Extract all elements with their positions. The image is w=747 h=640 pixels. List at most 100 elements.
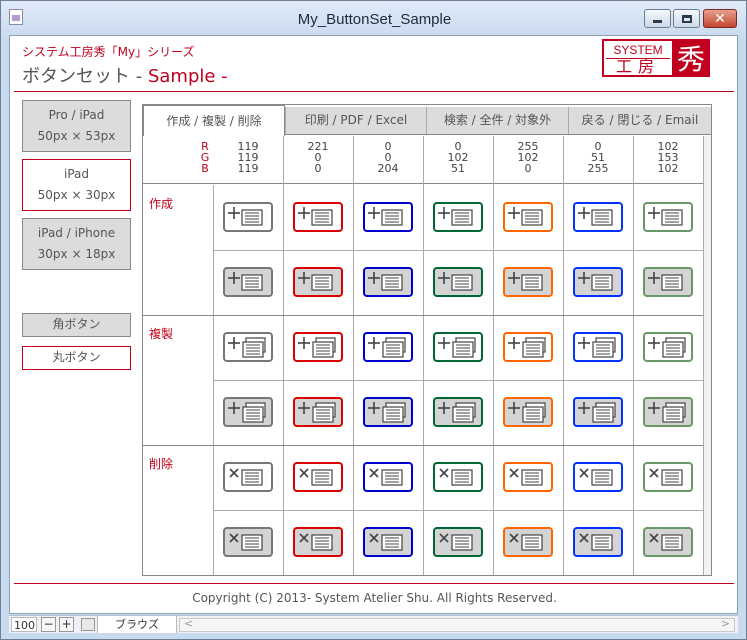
create-icon	[368, 272, 403, 291]
view-mode-icon[interactable]	[81, 618, 95, 631]
duplicate-button-filled[interactable]	[433, 397, 483, 427]
shape-button-1[interactable]: 角ボタン	[22, 313, 131, 337]
horizontal-scrollbar[interactable]: < >	[179, 617, 735, 632]
duplicate-button-outline[interactable]	[433, 332, 483, 362]
create-button-outline[interactable]	[573, 202, 623, 232]
group-label-3: 削除	[149, 457, 174, 471]
tab-3[interactable]: 検索 / 全件 / 対象外	[426, 107, 568, 134]
create-button-filled[interactable]	[363, 267, 413, 297]
rgb-values-2: 221 0 0	[283, 141, 353, 174]
scroll-left-icon[interactable]: <	[184, 617, 193, 630]
view-mode-label: ブラウズ	[97, 616, 177, 633]
group-label-2: 複製	[149, 327, 174, 341]
delete-button-outline[interactable]	[223, 462, 273, 492]
duplicate-icon	[578, 402, 616, 423]
create-button-outline[interactable]	[363, 202, 413, 232]
delete-button-filled[interactable]	[293, 527, 343, 557]
delete-icon	[579, 468, 613, 486]
scroll-right-icon[interactable]: >	[721, 617, 730, 630]
duplicate-button-outline[interactable]	[503, 332, 553, 362]
delete-icon	[229, 533, 263, 551]
duplicate-button-filled[interactable]	[503, 397, 553, 427]
delete-button-filled[interactable]	[573, 527, 623, 557]
maximize-button[interactable]	[673, 9, 700, 28]
close-button[interactable]: ✕	[703, 9, 737, 28]
delete-button-filled[interactable]	[643, 527, 693, 557]
create-button-outline[interactable]	[223, 202, 273, 232]
delete-button-filled[interactable]	[433, 527, 483, 557]
maximize-icon	[681, 14, 692, 23]
delete-button-filled[interactable]	[223, 527, 273, 557]
series-label: システム工房秀「My」シリーズ	[22, 45, 195, 59]
grid-hline	[213, 510, 703, 511]
tab-bar: 作成 / 複製 / 削除 印刷 / PDF / Excel 検索 / 全件 / 対象…	[143, 105, 711, 136]
create-icon	[228, 207, 263, 226]
rgb-values-5: 255 102 0	[493, 141, 563, 174]
duplicate-button-outline[interactable]	[643, 332, 693, 362]
tab-1[interactable]: 作成 / 複製 / 削除	[143, 105, 285, 136]
title-bar[interactable]: My_ButtonSet_Sample ✕	[1, 1, 746, 35]
duplicate-icon	[578, 337, 616, 358]
tab-2[interactable]: 印刷 / PDF / Excel	[285, 107, 426, 134]
size-button-1[interactable]: Pro / iPad 50px × 53px	[22, 100, 131, 152]
create-button-filled[interactable]	[223, 267, 273, 297]
delete-button-outline[interactable]	[643, 462, 693, 492]
create-button-outline[interactable]	[503, 202, 553, 232]
shape-button-2[interactable]: 丸ボタン	[22, 346, 131, 370]
create-button-outline[interactable]	[433, 202, 483, 232]
rgb-values-7: 102 153 102	[633, 141, 703, 174]
duplicate-button-outline[interactable]	[293, 332, 343, 362]
duplicate-button-filled[interactable]	[293, 397, 343, 427]
duplicate-button-filled[interactable]	[573, 397, 623, 427]
tab-4[interactable]: 戻る / 閉じる / Email	[568, 107, 711, 134]
delete-icon	[649, 468, 683, 486]
rgb-value-b: 0	[524, 162, 532, 175]
create-button-filled[interactable]	[503, 267, 553, 297]
create-button-filled[interactable]	[433, 267, 483, 297]
delete-button-outline[interactable]	[433, 462, 483, 492]
create-icon	[508, 207, 543, 226]
rgb-value-b: 51	[451, 162, 465, 175]
app-window: My_ButtonSet_Sample ✕ システム工房秀「My」シリーズ ボタ…	[0, 0, 747, 640]
delete-button-outline[interactable]	[293, 462, 343, 492]
size-button-2[interactable]: iPad 50px × 30px	[22, 159, 131, 211]
minimize-button[interactable]	[644, 9, 671, 28]
delete-button-filled[interactable]	[503, 527, 553, 557]
duplicate-icon	[228, 402, 266, 423]
grid-hline	[213, 380, 703, 381]
delete-button-outline[interactable]	[503, 462, 553, 492]
rgb-values-4: 0 102 51	[423, 141, 493, 174]
zoom-level[interactable]: 100	[11, 617, 37, 632]
duplicate-button-outline[interactable]	[363, 332, 413, 362]
create-icon	[438, 207, 473, 226]
vertical-scrollbar[interactable]	[703, 136, 711, 575]
duplicate-button-filled[interactable]	[363, 397, 413, 427]
group-label-1: 作成	[149, 197, 174, 211]
create-icon	[438, 272, 473, 291]
create-button-filled[interactable]	[293, 267, 343, 297]
zoom-in-button[interactable]: +	[59, 617, 74, 632]
logo-kobo-text: 工房	[615, 57, 660, 76]
duplicate-button-outline[interactable]	[573, 332, 623, 362]
duplicate-button-outline[interactable]	[223, 332, 273, 362]
create-button-filled[interactable]	[573, 267, 623, 297]
delete-button-filled[interactable]	[363, 527, 413, 557]
duplicate-button-filled[interactable]	[223, 397, 273, 427]
create-button-filled[interactable]	[643, 267, 693, 297]
delete-button-outline[interactable]	[573, 462, 623, 492]
zoom-out-button[interactable]: −	[41, 617, 56, 632]
create-button-outline[interactable]	[643, 202, 693, 232]
rgb-letters: RGB	[198, 141, 212, 174]
group-divider	[143, 445, 711, 446]
delete-button-outline[interactable]	[363, 462, 413, 492]
size-button-3[interactable]: iPad / iPhone 30px × 18px	[22, 218, 131, 270]
create-button-outline[interactable]	[293, 202, 343, 232]
duplicate-icon	[438, 402, 476, 423]
window-title: My_ButtonSet_Sample	[297, 11, 452, 28]
footer-divider	[14, 583, 734, 584]
rgb-value-b: 204	[377, 162, 399, 175]
delete-icon	[299, 468, 333, 486]
delete-icon	[369, 468, 403, 486]
duplicate-button-filled[interactable]	[643, 397, 693, 427]
minimize-icon	[653, 20, 662, 23]
